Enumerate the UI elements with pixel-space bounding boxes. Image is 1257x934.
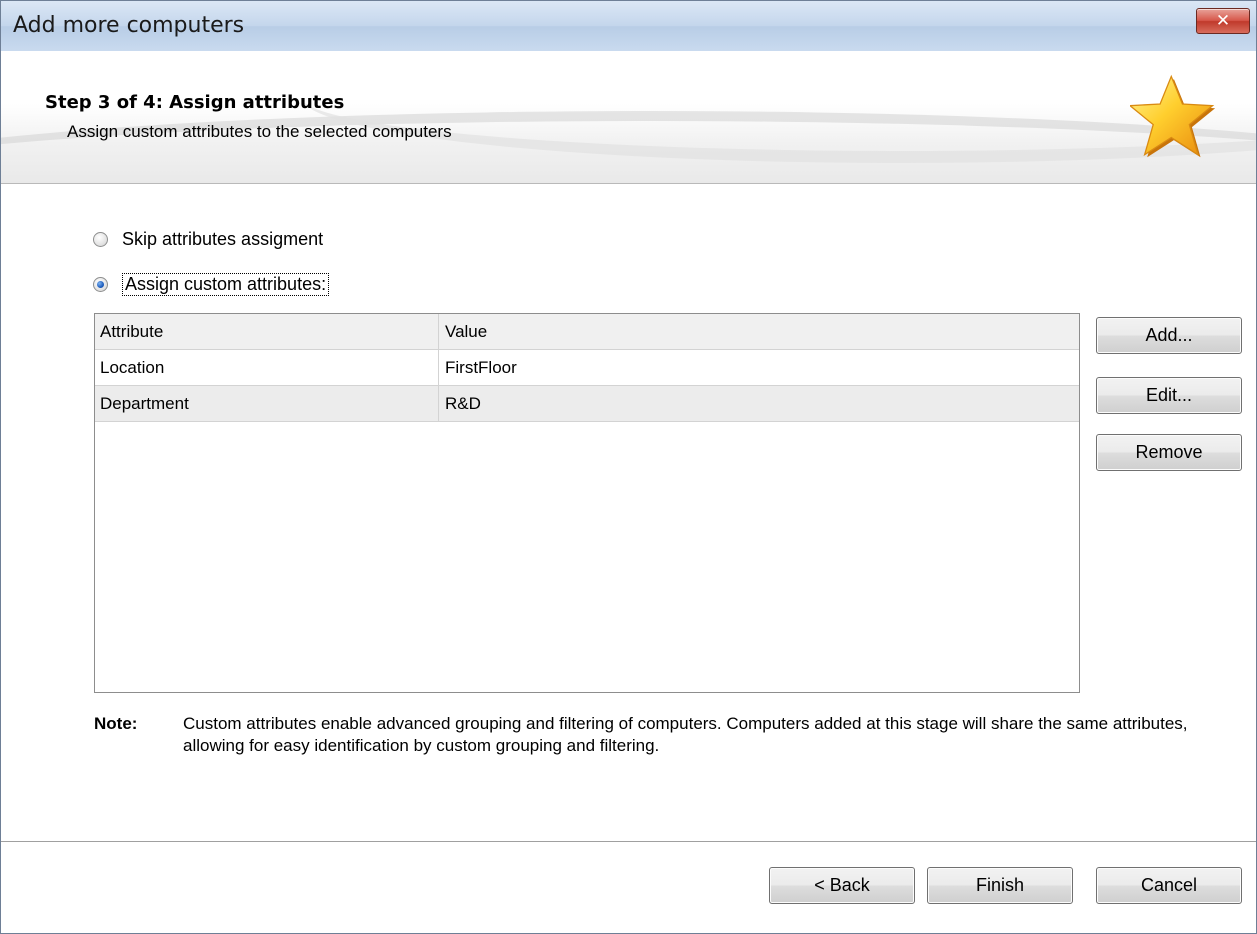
skip-attributes-option[interactable]: Skip attributes assigment [93, 227, 323, 251]
edit-button[interactable]: Edit... [1096, 377, 1242, 414]
skip-attributes-radio[interactable] [93, 231, 108, 247]
assign-attributes-label: Assign custom attributes: [122, 272, 330, 296]
close-icon: ✕ [1215, 11, 1231, 30]
wizard-window: Add more computers ✕ Step 3 of 4: Assign… [0, 0, 1257, 934]
value-cell: R&D [445, 394, 481, 413]
note-label: Note: [94, 714, 138, 733]
table-row[interactable]: Location FirstFloor [95, 350, 1079, 386]
footer-divider [1, 841, 1256, 843]
remove-button[interactable]: Remove [1096, 434, 1242, 471]
step-title: Step 3 of 4: Assign attributes [45, 92, 345, 113]
attributes-table[interactable]: Attribute Value Location FirstFloor Depa… [94, 313, 1080, 693]
value-cell: FirstFloor [445, 358, 517, 377]
column-header-value[interactable]: Value [439, 314, 1079, 349]
assign-attributes-option[interactable]: Assign custom attributes: [93, 272, 330, 296]
attribute-cell: Department [95, 386, 439, 421]
cancel-button[interactable]: Cancel [1096, 867, 1242, 904]
add-button[interactable]: Add... [1096, 317, 1242, 354]
skip-attributes-label: Skip attributes assigment [122, 228, 324, 249]
title-bar: Add more computers ✕ [1, 1, 1256, 51]
table-header: Attribute Value [95, 314, 1079, 350]
note-text: Custom attributes enable advanced groupi… [183, 714, 1188, 755]
back-button[interactable]: < Back [769, 867, 915, 904]
assign-attributes-radio[interactable] [93, 276, 108, 292]
column-header-attribute[interactable]: Attribute [95, 314, 439, 349]
star-icon [1130, 74, 1216, 158]
window-title: Add more computers [13, 13, 245, 38]
attribute-cell: Location [95, 350, 439, 385]
finish-button[interactable]: Finish [927, 867, 1073, 904]
step-subtitle: Assign custom attributes to the selected… [67, 122, 452, 141]
close-button[interactable]: ✕ [1196, 8, 1250, 34]
wizard-header: Step 3 of 4: Assign attributes Assign cu… [1, 51, 1256, 184]
table-row[interactable]: Department R&D [95, 386, 1079, 422]
